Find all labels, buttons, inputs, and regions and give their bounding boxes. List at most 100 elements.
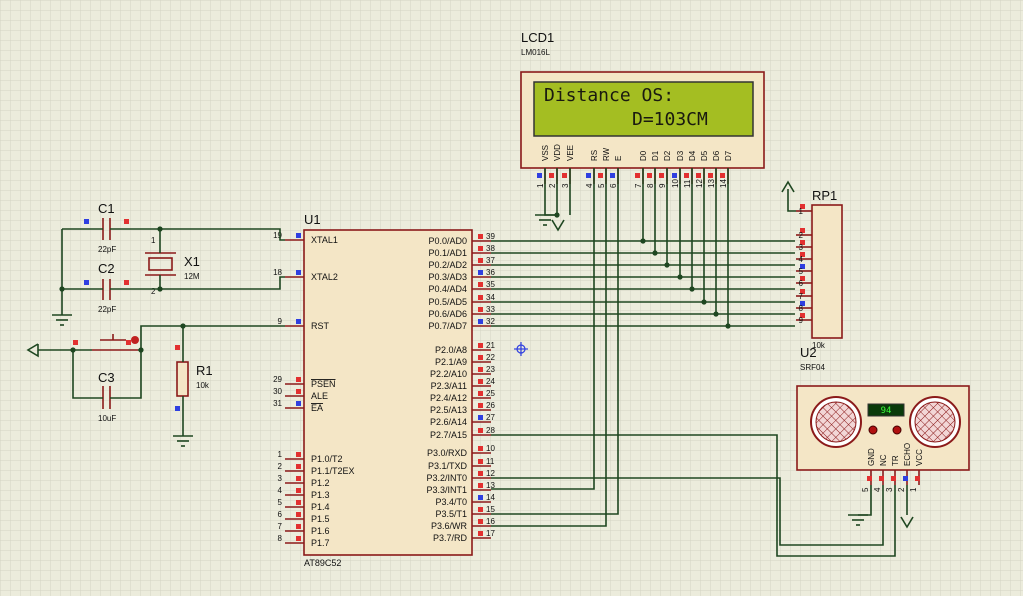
c1-ref: C1 — [98, 201, 115, 216]
mcu-pin-number: 6 — [278, 510, 283, 519]
lcd-pin-name: D5 — [700, 150, 709, 161]
lcd-pin-number: 13 — [707, 179, 716, 188]
mcu-pin-number: 1 — [278, 450, 283, 459]
lcd-pin-name: D7 — [724, 150, 733, 161]
lcd-pin-name: D0 — [639, 150, 648, 161]
mcu-pin-number: 21 — [486, 341, 495, 350]
lcd-pin-number: 4 — [585, 183, 594, 188]
lcd-line-1: Distance OS: — [544, 85, 674, 106]
lcd-pin-number: 11 — [683, 179, 692, 188]
mcu-pin-name: P1.1/T2EX — [311, 466, 355, 476]
lcd-part: LM016L — [521, 48, 550, 57]
mcu-pin-name: P1.7 — [311, 538, 330, 548]
mcu-pin-name: P1.3 — [311, 490, 330, 500]
c2-value: 22pF — [98, 305, 116, 314]
mcu-pin-name: P3.6/WR — [431, 521, 468, 531]
sensor-pin-name: ECHO — [903, 443, 912, 466]
sensor-display-value: 94 — [881, 406, 892, 416]
rp1-pin-number: 8 — [799, 304, 804, 313]
mcu-pin-name: PSEN — [311, 379, 336, 389]
lcd-pin-name: D2 — [663, 150, 672, 161]
lcd-pin-name: D3 — [676, 150, 685, 161]
mcu-pin-name: P1.6 — [311, 526, 330, 536]
x1-ref: X1 — [184, 254, 200, 269]
mcu-pin-name: P3.0/RXD — [427, 448, 468, 458]
c3-ref: C3 — [98, 370, 115, 385]
mcu-pin-number: 29 — [273, 375, 282, 384]
mcu-pin-name: P2.1/A9 — [435, 357, 467, 367]
mcu-pin-name: P3.4/T0 — [435, 497, 467, 507]
sensor-pin-number: 3 — [885, 487, 894, 492]
sensor-pin-number: 4 — [873, 487, 882, 492]
lcd-pin-number: 5 — [597, 183, 606, 188]
x1-pin1: 1 — [151, 236, 156, 245]
sensor-pin-name: TR — [891, 455, 900, 466]
sensor-part: SRF04 — [800, 363, 825, 372]
rp1-pin-number: 4 — [799, 255, 804, 264]
rp1-pin-number: 3 — [799, 243, 804, 252]
mcu-pin-number: 38 — [486, 244, 495, 253]
mcu-pin-number: 2 — [278, 462, 283, 471]
lcd-pin-number: 8 — [646, 183, 655, 188]
mcu-pin-name: P2.5/A13 — [430, 405, 467, 415]
mcu-pin-name: P3.3/INT1 — [426, 485, 467, 495]
mcu-pin-number: 12 — [486, 469, 495, 478]
lcd-pin-number: 10 — [671, 179, 680, 188]
r1-value: 10k — [196, 381, 210, 390]
sensor-ref: U2 — [800, 345, 817, 360]
mcu-pin-number: 24 — [486, 377, 495, 386]
sensor-pin-name: VCC — [915, 449, 924, 466]
mcu-pin-name: P1.2 — [311, 478, 330, 488]
mcu-pin-number: 34 — [486, 293, 495, 302]
mcu-pin-number: 7 — [278, 522, 283, 531]
sensor-led-right-icon — [892, 425, 902, 435]
sensor-led-left-icon — [868, 425, 878, 435]
mcu-pin-number: 35 — [486, 280, 495, 289]
mcu-pin-name: P1.0/T2 — [311, 454, 343, 464]
lcd-pin-number: 3 — [561, 183, 570, 188]
mcu-pin-number: 5 — [278, 498, 283, 507]
mcu-pin-name: ALE — [311, 391, 328, 401]
lcd-pin-name: VSS — [541, 145, 550, 161]
mcu-pin-number: 28 — [486, 426, 495, 435]
lcd-pin-number: 6 — [609, 183, 618, 188]
mcu-pin-name: P2.6/A14 — [430, 417, 467, 427]
mcu-pin-name: P2.2/A10 — [430, 369, 467, 379]
lcd-pin-name: D6 — [712, 150, 721, 161]
sensor-pin-name: GND — [867, 448, 876, 466]
lcd-pin-name: E — [614, 156, 623, 161]
mcu-pin-number: 3 — [278, 474, 283, 483]
mcu-pin-number: 26 — [486, 401, 495, 410]
rp1-pin-number: 1 — [799, 207, 804, 216]
mcu-pin-number: 22 — [486, 353, 495, 362]
mcu-pin-name: P0.7/AD7 — [428, 321, 467, 331]
lcd-pin-name: RS — [590, 150, 599, 161]
mcu-pin-name: P0.3/AD3 — [428, 272, 467, 282]
rp1-pin-number: 5 — [799, 267, 804, 276]
mcu-pin-name: P3.7/RD — [433, 533, 468, 543]
x1-value: 12M — [184, 272, 200, 281]
mcu-pin-number: 16 — [486, 517, 495, 526]
rp1-pin-number: 9 — [799, 316, 804, 325]
lcd-pin-name: D4 — [688, 150, 697, 161]
mcu-pin-number: 30 — [273, 387, 282, 396]
sensor-pin-number: 2 — [897, 487, 906, 492]
mcu-pin-name: P0.2/AD2 — [428, 260, 467, 270]
sensor-pin-number: 1 — [909, 487, 918, 492]
lcd-pin-number: 2 — [548, 183, 557, 188]
schematic-canvas[interactable]: LCD1 LM016L Distance OS: D=103CM VSS 1 VDD… — [0, 0, 1023, 596]
lcd-pin-name: D1 — [651, 150, 660, 161]
lcd-pin-number: 9 — [658, 183, 667, 188]
mcu-pin-name: P0.4/AD4 — [428, 284, 467, 294]
mcu-part: AT89C52 — [304, 558, 341, 568]
mcu-pin-name: P0.1/AD1 — [428, 248, 467, 258]
mcu-pin-name: P0.5/AD5 — [428, 297, 467, 307]
mcu-pin-name: P2.0/A8 — [435, 345, 467, 355]
mcu-pin-name: P2.3/A11 — [431, 381, 467, 391]
rp1-pin-number: 2 — [799, 231, 804, 240]
mcu-pin-number: 4 — [278, 486, 283, 495]
mcu-pin-name: P3.5/T1 — [435, 509, 467, 519]
mcu-u1[interactable]: U1 AT89C52 19 XTAL118 XTAL29 RST29 PSEN30 ALE… — [273, 212, 495, 568]
mcu-pin-number: 37 — [486, 256, 495, 265]
mcu-pin-name: P3.1/TXD — [428, 461, 468, 471]
